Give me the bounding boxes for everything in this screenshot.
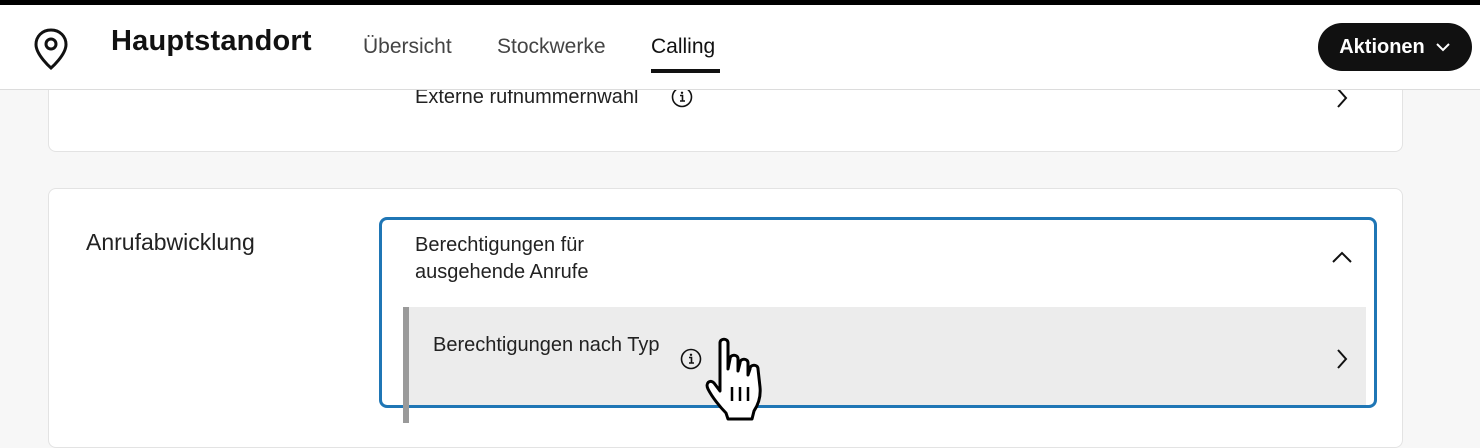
page-header: Hauptstandort Übersicht Stockwerke Calli… [0, 5, 1480, 90]
info-icon[interactable] [680, 348, 702, 370]
hand-cursor-icon [705, 337, 762, 421]
chevron-down-icon [1436, 43, 1450, 52]
chevron-right-icon[interactable] [1334, 87, 1350, 109]
actions-button[interactable]: Aktionen [1318, 23, 1472, 71]
chevron-up-icon[interactable] [1331, 250, 1353, 264]
outgoing-permissions-label[interactable]: Berechtigungen für ausgehende Anrufe [415, 232, 675, 286]
location-pin-icon [34, 28, 68, 70]
chevron-right-icon[interactable] [1334, 348, 1350, 370]
tab-stockwerke[interactable]: Stockwerke [497, 35, 606, 59]
permissions-by-type-label[interactable]: Berechtigungen nach Typ [433, 332, 673, 359]
section-title-call-handling: Anrufabwicklung [86, 229, 255, 255]
sub-item-indent-bar [403, 307, 409, 423]
active-tab-indicator [651, 69, 720, 73]
top-accent-line [0, 0, 1480, 5]
tab-calling[interactable]: Calling [651, 35, 715, 59]
page-title: Hauptstandort [111, 25, 312, 57]
actions-button-label: Aktionen [1339, 35, 1425, 58]
tab-uebersicht[interactable]: Übersicht [363, 35, 452, 59]
